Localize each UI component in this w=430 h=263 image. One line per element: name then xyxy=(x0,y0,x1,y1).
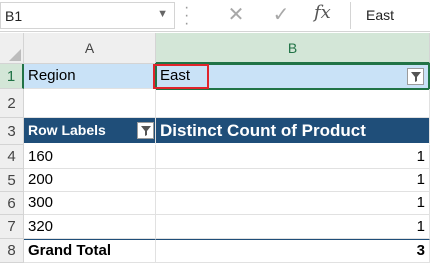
value-header[interactable]: Distinct Count of Product xyxy=(156,118,430,145)
row-header-7[interactable]: 7 xyxy=(0,215,24,239)
row-header-1[interactable]: 1 xyxy=(0,64,24,89)
more-options-icon[interactable]: · · · xyxy=(184,0,190,32)
row-header-2[interactable]: 2 xyxy=(0,89,24,118)
insert-function-icon[interactable]: fx xyxy=(314,2,331,23)
grand-total-label[interactable]: Grand Total xyxy=(24,239,156,263)
chevron-down-icon[interactable]: ▼ xyxy=(157,8,168,20)
value-cell[interactable]: 1 xyxy=(156,192,430,215)
value-cell[interactable]: 1 xyxy=(156,169,430,192)
formula-input[interactable]: East xyxy=(366,7,394,23)
cancel-icon[interactable]: ✕ xyxy=(218,1,254,29)
row-header-8[interactable]: 8 xyxy=(0,239,24,263)
name-box[interactable]: B1 ▼ xyxy=(0,2,175,29)
row-header-6[interactable]: 6 xyxy=(0,192,24,215)
filter-funnel-icon xyxy=(141,126,151,136)
row-header-5[interactable]: 5 xyxy=(0,169,24,192)
highlight-box xyxy=(153,64,209,89)
row-label-cell[interactable]: 160 xyxy=(24,145,156,169)
row-label-cell[interactable]: 200 xyxy=(24,169,156,192)
row-labels-filter-button[interactable] xyxy=(137,122,154,139)
enter-icon[interactable]: ✓ xyxy=(263,1,299,29)
row-label-cell[interactable]: 300 xyxy=(24,192,156,215)
cell-a2[interactable] xyxy=(24,89,156,118)
select-all-corner[interactable] xyxy=(0,33,24,64)
value-cell[interactable]: 1 xyxy=(156,215,430,239)
row-header-3[interactable]: 3 xyxy=(0,118,24,145)
column-header-a[interactable]: A xyxy=(24,33,156,64)
formula-bar-divider xyxy=(350,2,351,29)
name-box-value: B1 xyxy=(5,8,23,24)
formula-bar: B1 ▼ · · · ✕ ✓ fx East xyxy=(0,0,430,32)
grand-total-value[interactable]: 3 xyxy=(156,239,430,263)
select-all-triangle-icon xyxy=(9,49,21,61)
column-header-b[interactable]: B xyxy=(156,33,430,64)
filter-label-cell[interactable]: Region xyxy=(24,64,156,89)
value-cell[interactable]: 1 xyxy=(156,145,430,169)
cell-b2[interactable] xyxy=(156,89,430,118)
row-header-4[interactable]: 4 xyxy=(0,145,24,169)
row-label-cell[interactable]: 320 xyxy=(24,215,156,239)
